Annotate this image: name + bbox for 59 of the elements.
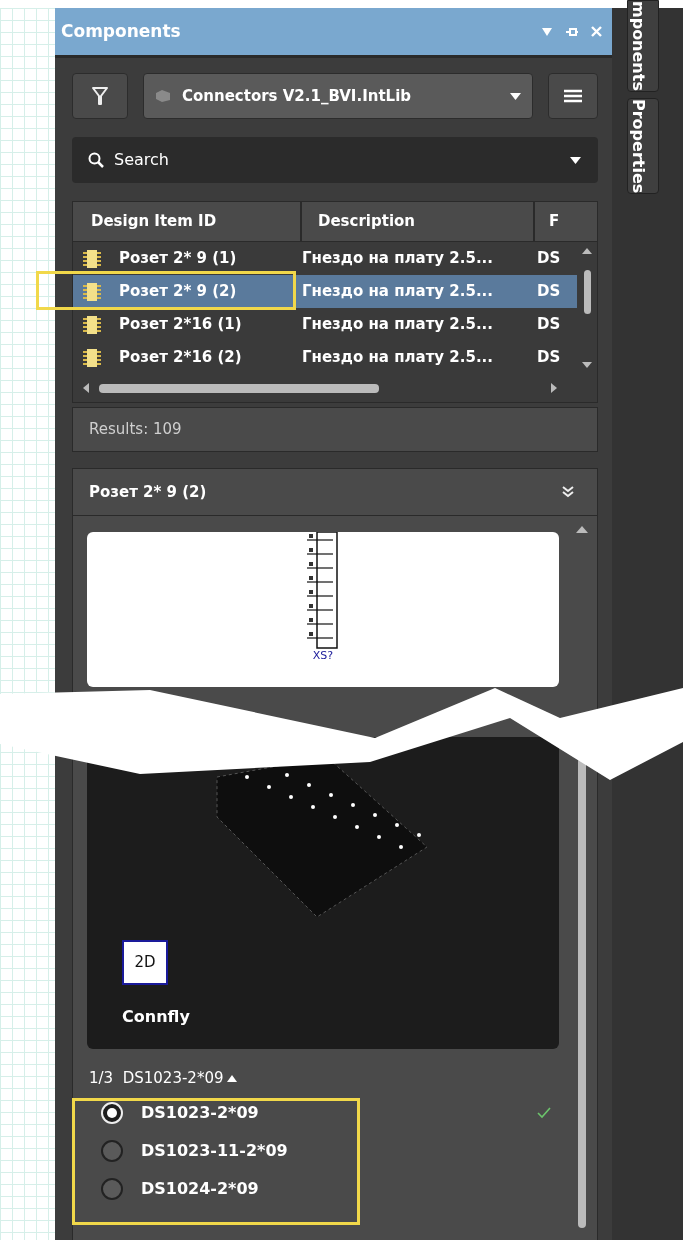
- double-chevron-icon: [561, 485, 575, 499]
- table-cell-text: Гнездо на плату 2.5...: [302, 314, 494, 336]
- radio-button[interactable]: [101, 1139, 123, 1162]
- side-tab[interactable]: Properties: [626, 97, 659, 195]
- table-cell-text: DS: [536, 248, 561, 270]
- table-cell-text: Гнездо на плату 2.5...: [302, 347, 494, 369]
- table-cell-text: Розет 2*16 (2): [119, 347, 242, 369]
- filter-button[interactable]: [72, 73, 128, 119]
- table-cell-text: Розет 2* 9 (1): [119, 248, 237, 270]
- caret-icon: [509, 91, 522, 101]
- variant-label: DS1023-11-2*09: [141, 1139, 288, 1162]
- caret-up-icon: [227, 1074, 238, 1082]
- details-header[interactable]: Розет 2* 9 (2): [72, 468, 598, 516]
- scroll-up-icon[interactable]: [576, 526, 588, 533]
- variant-header[interactable]: 1/3 DS1023-2*09: [89, 1067, 224, 1090]
- view-2d-button[interactable]: 2D: [122, 940, 168, 985]
- menu-button[interactable]: [548, 73, 598, 119]
- results-count: Results: 109: [89, 419, 182, 441]
- table-row[interactable]: Розет 2* 9 (2) Гнездо на плату 2.5... DS: [73, 275, 577, 308]
- designator-label: XS?: [312, 650, 334, 661]
- menu-icon: [563, 89, 583, 103]
- caret-icon: [569, 155, 582, 165]
- search-icon: [88, 152, 104, 168]
- table-row[interactable]: Розет 2*16 (2) Гнездо на плату 2.5... DS: [73, 341, 577, 374]
- table-cell-text: DS: [536, 281, 561, 303]
- table-cell-text: Гнездо на плату 2.5...: [302, 281, 494, 303]
- table-cell-text: Розет 2* 9 (2): [119, 281, 237, 303]
- column-header[interactable]: Description: [302, 202, 535, 241]
- chip-icon: [81, 280, 103, 303]
- variant-label: DS1023-2*09: [141, 1101, 259, 1124]
- funnel-icon: [91, 86, 109, 106]
- scroll-down-icon[interactable]: [582, 362, 592, 368]
- search-field[interactable]: Search: [114, 148, 559, 172]
- radio-button[interactable]: [101, 1177, 123, 1200]
- side-tab[interactable]: mponents: [626, 0, 659, 92]
- panel-title: Components: [61, 19, 181, 43]
- scroll-left-icon[interactable]: [83, 383, 89, 393]
- scroll-up-icon[interactable]: [582, 248, 592, 254]
- details-title: Розет 2* 9 (2): [89, 481, 207, 503]
- scroll-thumb[interactable]: [583, 270, 591, 314]
- table-row[interactable]: Розет 2* 9 (1) Гнездо на плату 2.5... DS: [73, 242, 577, 275]
- table-cell-text: Гнездо на плату 2.5...: [302, 248, 494, 270]
- library-icon: [154, 89, 172, 103]
- variant-label: DS1024-2*09: [141, 1177, 259, 1200]
- search-box[interactable]: Search: [72, 137, 598, 183]
- column-header[interactable]: F: [535, 202, 597, 241]
- table-cell-text: Розет 2*16 (1): [119, 314, 242, 336]
- library-dropdown[interactable]: Connectors V2.1_BVI.IntLib: [143, 73, 533, 119]
- chip-icon: [81, 346, 103, 369]
- column-header[interactable]: Design Item ID: [73, 202, 302, 241]
- table-cell-text: DS: [536, 347, 561, 369]
- scroll-right-icon[interactable]: [551, 383, 557, 393]
- scroll-thumb[interactable]: [99, 383, 379, 393]
- scroll-thumb[interactable]: [578, 758, 586, 1228]
- manufacturer-label: Connfly: [122, 1006, 191, 1028]
- chip-icon: [81, 313, 103, 336]
- table-row[interactable]: Розет 2*16 (1) Гнездо на плату 2.5... DS: [73, 308, 577, 341]
- table-cell-text: DS: [536, 314, 561, 336]
- chip-icon: [81, 247, 103, 270]
